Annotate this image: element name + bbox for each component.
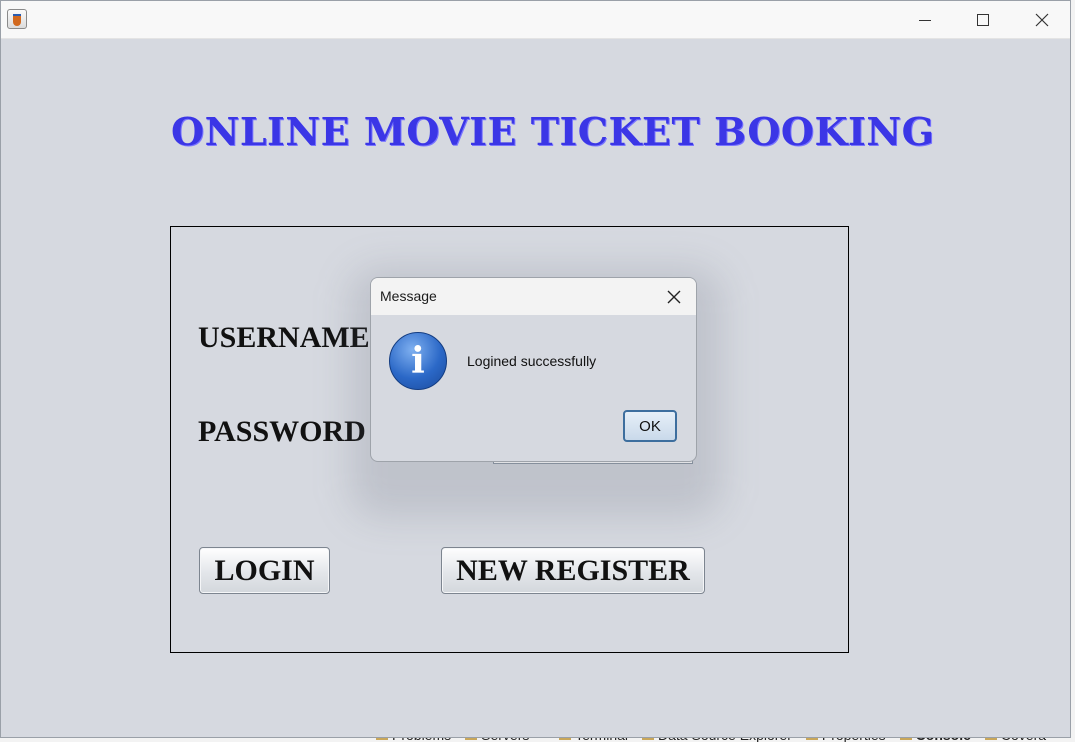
page-title: ONLINE MOVIE TICKET BOOKING: [171, 109, 935, 154]
info-glyph: i: [411, 340, 425, 382]
password-label: PASSWORD: [198, 415, 366, 448]
java-app-icon[interactable]: [7, 9, 27, 29]
close-window-button[interactable]: [1013, 1, 1071, 39]
minimize-button[interactable]: [896, 1, 954, 39]
ok-button[interactable]: OK: [623, 410, 677, 442]
message-dialog: Message i Logined successfully OK: [370, 277, 697, 462]
dialog-message: Logined successfully: [467, 353, 597, 369]
dialog-titlebar[interactable]: Message: [371, 278, 696, 315]
username-label: USERNAME: [198, 321, 370, 354]
maximize-button[interactable]: [954, 1, 1012, 39]
maximize-icon: [977, 14, 989, 26]
minimize-icon: [919, 19, 931, 21]
login-button[interactable]: LOGIN: [199, 547, 330, 594]
info-icon: i: [389, 332, 447, 390]
background-ide-strip: [1071, 0, 1075, 742]
dialog-close-button[interactable]: [658, 281, 690, 313]
new-register-button[interactable]: NEW REGISTER: [441, 547, 705, 594]
window-titlebar[interactable]: [1, 1, 1070, 39]
close-icon: [667, 290, 681, 304]
close-icon: [1035, 13, 1049, 27]
dialog-title: Message: [380, 288, 437, 304]
